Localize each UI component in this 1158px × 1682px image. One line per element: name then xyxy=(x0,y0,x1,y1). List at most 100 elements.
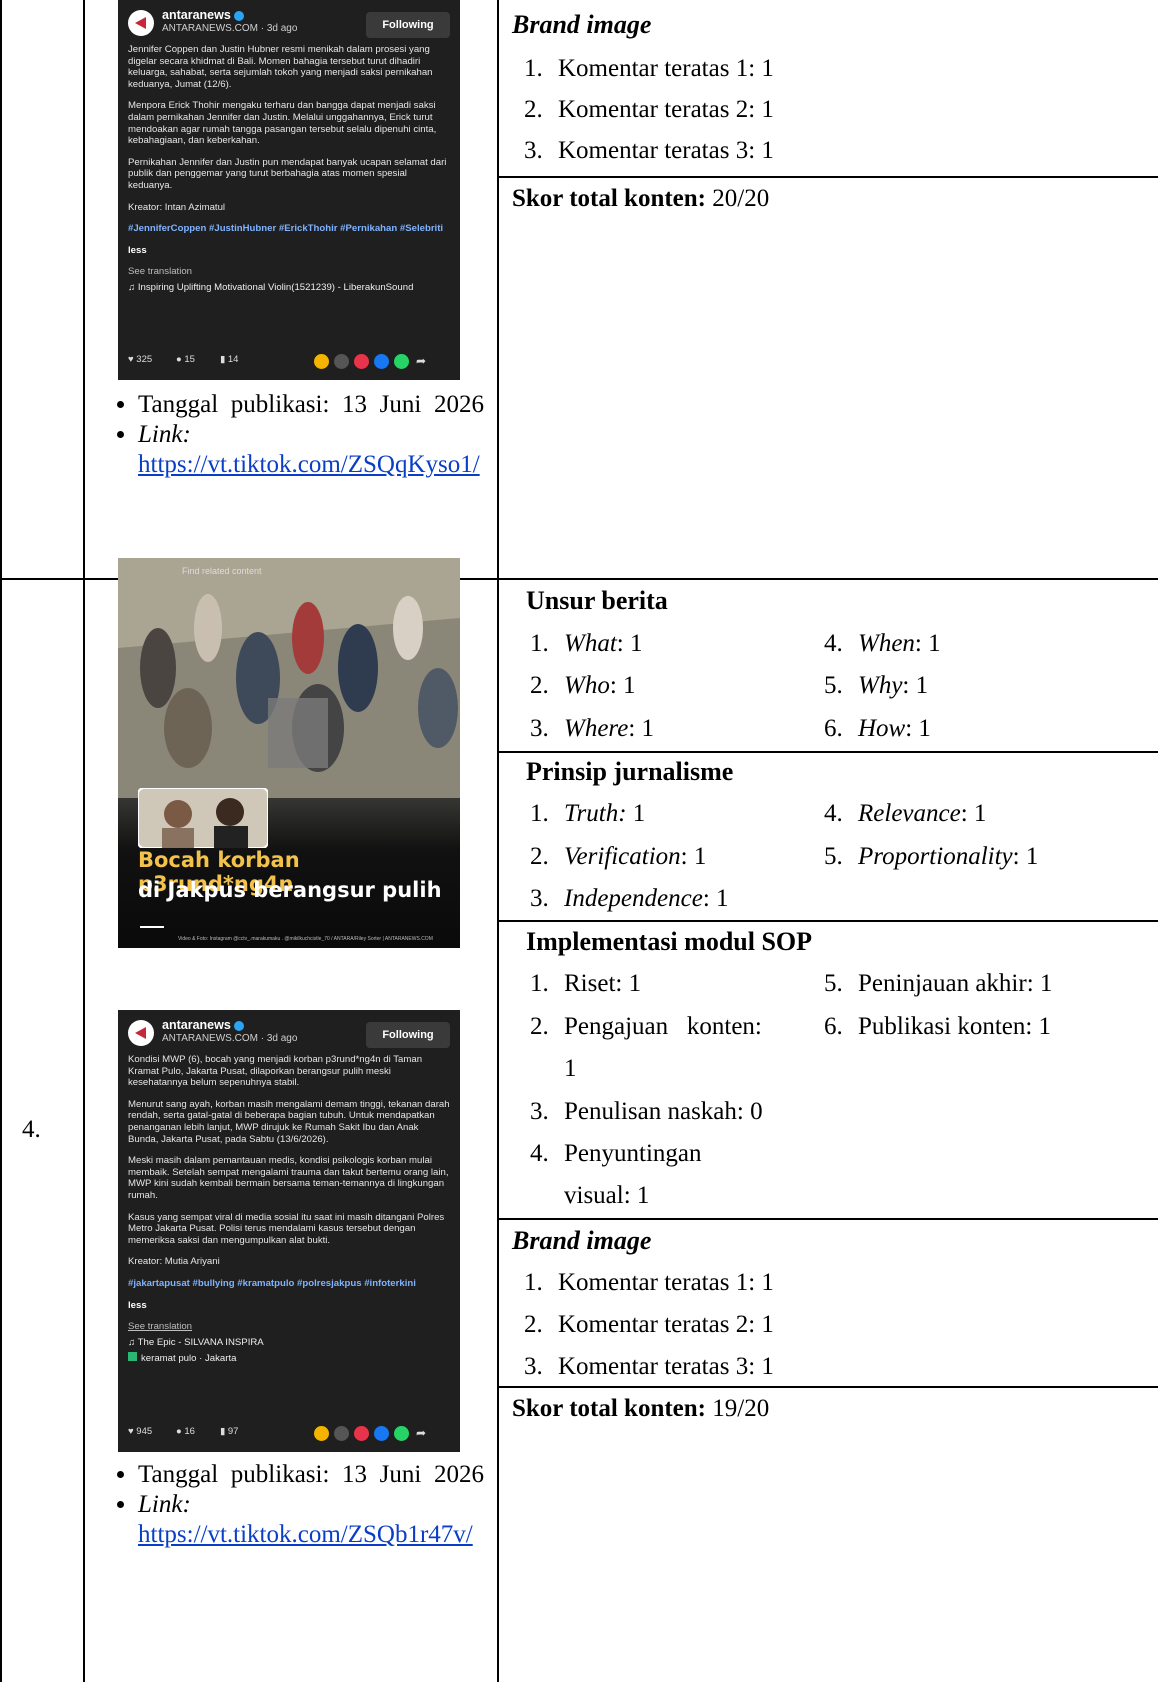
cell-divider-r3-brand xyxy=(497,176,1158,178)
whatsapp-icon[interactable] xyxy=(394,1426,409,1441)
link-label: Link: xyxy=(138,1491,191,1518)
total-score: Skor total konten: 19/20 xyxy=(512,1394,769,1424)
post-caption: Kondisi MWP (6), bocah yang menjadi korb… xyxy=(128,1054,450,1375)
like-count[interactable]: ♥ 325 xyxy=(128,354,152,365)
sop-item: 1 xyxy=(564,1055,577,1082)
whatsapp-icon[interactable] xyxy=(394,354,409,369)
prinsip-item: 1. Truth: 1 xyxy=(530,800,646,827)
unsur-berita-heading: Unsur berita xyxy=(526,586,668,615)
unsur-item: 1. What: 1 xyxy=(530,630,643,657)
coin-share-icon[interactable] xyxy=(314,354,329,369)
post-header: antaranews ANTARANEWS.COM · 3d ago Follo… xyxy=(128,8,450,42)
like-count[interactable]: ♥ 945 xyxy=(128,1426,152,1437)
find-related-content[interactable]: Find related content xyxy=(182,566,262,576)
embed-icon[interactable] xyxy=(334,1426,349,1441)
caption-paragraph: Meski masih dalam pemantauan medis, kond… xyxy=(128,1155,449,1201)
caption-paragraph: Kondisi MWP (6), bocah yang menjadi korb… xyxy=(128,1054,423,1089)
unsur-item: 5. Why: 1 xyxy=(824,672,929,699)
total-score-label: Skor total konten: xyxy=(512,1395,707,1422)
publication-date: Tanggal publikasi: 13 Juni 2026 xyxy=(138,390,484,420)
post-actions: ♥ 325 ● 15 ▮ 14 ➦ xyxy=(128,352,450,372)
caption-paragraph: Pernikahan Jennifer dan Justin pun menda… xyxy=(128,156,447,191)
embed-icon[interactable] xyxy=(334,354,349,369)
comment-count[interactable]: ● 15 xyxy=(176,354,195,365)
sop-item: 4. Penyuntingan xyxy=(530,1140,702,1167)
post-meta: ANTARANEWS.COM · 3d ago xyxy=(162,1033,298,1044)
cell-divider-unsur xyxy=(497,751,1158,753)
prinsip-item: 2. Verification: 1 xyxy=(530,843,707,870)
publication-date: Tanggal publikasi: 13 Juni 2026 xyxy=(138,1460,484,1490)
row3-meta-list: Tanggal publikasi: 13 Juni 2026 Link: ht… xyxy=(102,390,484,480)
creator-credit: Kreator: Mutia Ariyani xyxy=(128,1256,220,1268)
facebook-icon[interactable] xyxy=(374,354,389,369)
brand-image-heading: Brand image xyxy=(512,1226,652,1255)
total-score-label: Skor total konten: xyxy=(512,185,707,212)
video-thumbnail[interactable]: Find related content Bocah korban p3rund… xyxy=(118,558,460,948)
save-count[interactable]: ▮ 14 xyxy=(220,354,238,365)
brand-item: 1. Komentar teratas 1: 1 xyxy=(524,1269,774,1296)
sop-item: 5. Peninjauan akhir: 1 xyxy=(824,970,1053,997)
following-button[interactable]: Following xyxy=(366,12,450,38)
comment-count[interactable]: ● 16 xyxy=(176,1426,195,1437)
share-arrow-icon[interactable]: ➦ xyxy=(416,354,426,368)
video-caption-line2: di Jakpus berangsur pulih xyxy=(138,878,442,902)
account-name: antaranews xyxy=(162,8,231,22)
music-track[interactable]: ♫ The Epic - SILVANA INSPIRA xyxy=(128,1337,450,1349)
row-number: 4. xyxy=(22,1116,41,1143)
brand-item: 1. Komentar teratas 1: 1 xyxy=(524,55,774,82)
brand-item: 3. Komentar teratas 3: 1 xyxy=(524,1353,774,1380)
send-icon[interactable] xyxy=(354,1426,369,1441)
cell-divider-sop xyxy=(497,1218,1158,1220)
tiktok-link[interactable]: https://vt.tiktok.com/ZSQqKyso1/ xyxy=(138,451,480,478)
sop-heading: Implementasi modul SOP xyxy=(526,927,813,956)
tiktok-post-screenshot: antaranews ANTARANEWS.COM · 3d ago Follo… xyxy=(118,1010,460,1452)
send-icon[interactable] xyxy=(354,354,369,369)
tiktok-link[interactable]: https://vt.tiktok.com/ZSQb1r47v/ xyxy=(138,1521,473,1548)
sop-item: visual: 1 xyxy=(564,1182,650,1209)
link-label: Link: xyxy=(138,421,191,448)
brand-image-heading: Brand image xyxy=(512,10,652,39)
sop-item: 6. Publikasi konten: 1 xyxy=(824,1013,1052,1040)
column-divider-1 xyxy=(83,0,85,1682)
prinsip-item: 5. Proportionality: 1 xyxy=(824,843,1039,870)
less-toggle[interactable]: less xyxy=(128,1300,450,1312)
caption-paragraph: Kasus yang sempat viral di media sosial … xyxy=(128,1211,445,1246)
brand-item: 3. Komentar teratas 3: 1 xyxy=(524,137,774,164)
prinsip-jurnalisme-heading: Prinsip jurnalisme xyxy=(526,757,734,786)
row4-meta-list: Tanggal publikasi: 13 Juni 2026 Link: ht… xyxy=(102,1460,484,1550)
location-tag[interactable]: keramat pulo · Jakarta xyxy=(128,1352,450,1365)
following-button[interactable]: Following xyxy=(366,1022,450,1048)
facebook-icon[interactable] xyxy=(374,1426,389,1441)
cell-divider-r4-brand xyxy=(497,1386,1158,1388)
unsur-item: 4. When: 1 xyxy=(824,630,941,657)
cell-divider-prinsip xyxy=(497,920,1158,922)
music-track[interactable]: ♫ Inspiring Uplifting Motivational Violi… xyxy=(128,282,450,294)
caption-paragraph: Menurut sang ayah, korban masih mengalam… xyxy=(128,1098,450,1145)
coin-share-icon[interactable] xyxy=(314,1426,329,1441)
share-arrow-icon[interactable]: ➦ xyxy=(416,1426,426,1440)
total-score: Skor total konten: 20/20 xyxy=(512,184,769,214)
interview-inset-image xyxy=(138,788,268,848)
post-meta: ANTARANEWS.COM · 3d ago xyxy=(162,23,298,34)
see-translation-link[interactable]: See translation xyxy=(128,1321,450,1333)
sop-item: 2. Pengajuan konten: xyxy=(530,1013,762,1040)
table-border-left xyxy=(0,0,2,1682)
prinsip-item: 3. Independence: 1 xyxy=(530,885,729,912)
see-translation-link[interactable]: See translation xyxy=(128,266,450,278)
tiktok-post-screenshot: antaranews ANTARANEWS.COM · 3d ago Follo… xyxy=(118,0,460,380)
verified-icon xyxy=(233,1020,244,1031)
sop-item: 1. Riset: 1 xyxy=(530,970,642,997)
brand-item: 2. Komentar teratas 2: 1 xyxy=(524,1311,774,1338)
hashtags[interactable]: #JenniferCoppen #JustinHubner #ErickThoh… xyxy=(128,223,450,235)
less-toggle[interactable]: less xyxy=(128,245,450,257)
save-count[interactable]: ▮ 97 xyxy=(220,1426,238,1437)
antaranews-logo-icon xyxy=(128,1020,154,1046)
verified-icon xyxy=(233,10,244,21)
unsur-item: 6. How: 1 xyxy=(824,715,931,742)
creator-credit: Kreator: Intan Azimatul xyxy=(128,201,226,213)
post-actions: ♥ 945 ● 16 ▮ 97 ➦ xyxy=(128,1424,450,1444)
unsur-item: 3. Where: 1 xyxy=(530,715,655,742)
brand-item: 2. Komentar teratas 2: 1 xyxy=(524,96,774,123)
account-name: antaranews xyxy=(162,1018,231,1032)
hashtags[interactable]: #jakartapusat #bullying #kramatpulo #pol… xyxy=(128,1278,450,1290)
